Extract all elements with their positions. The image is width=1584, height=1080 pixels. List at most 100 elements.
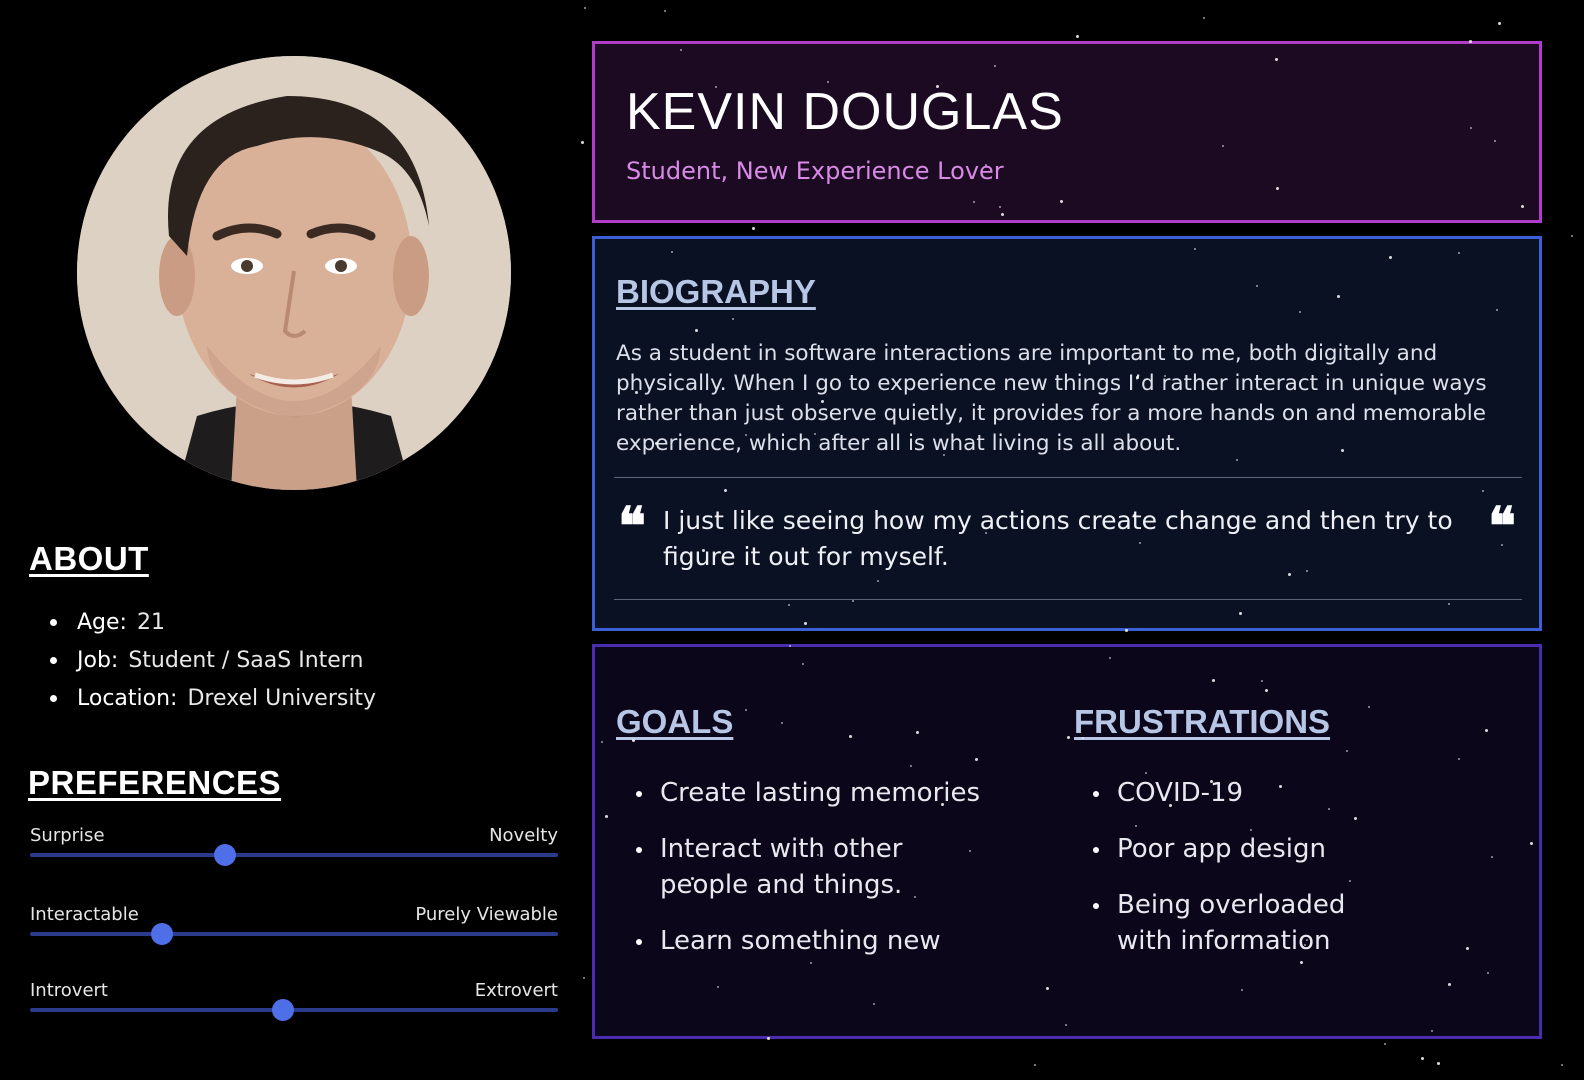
slider-knob[interactable] <box>272 999 295 1021</box>
star <box>909 764 912 767</box>
star <box>1075 35 1079 39</box>
goals-heading: GOALS <box>616 703 734 740</box>
star <box>849 734 853 738</box>
star <box>1193 247 1196 250</box>
star <box>1497 22 1501 26</box>
star <box>1045 986 1049 990</box>
star <box>1265 688 1269 692</box>
about-value: 21 <box>136 610 165 635</box>
star <box>1345 749 1348 752</box>
star <box>1034 1063 1037 1066</box>
star <box>1209 780 1213 783</box>
star <box>657 291 660 294</box>
star <box>1278 785 1282 788</box>
goal-item: Interact with other people and things. <box>620 831 960 903</box>
star <box>679 48 682 51</box>
star <box>813 433 816 436</box>
star <box>1437 1062 1441 1066</box>
star <box>1430 1029 1433 1032</box>
star <box>787 603 790 606</box>
about-item-job: Job: Student / SaaS Intern <box>48 642 376 680</box>
star <box>1168 803 1172 807</box>
star <box>942 453 945 456</box>
about-value: Drexel University <box>187 686 377 711</box>
slider-left-label: Interactable <box>30 904 139 925</box>
star <box>1109 657 1111 660</box>
frustrations-list: COVID-19 Poor app design Being overloade… <box>1077 775 1377 979</box>
preference-slider-introvert-extrovert[interactable]: Introvert Extrovert <box>30 980 558 1024</box>
about-item-location: Location: Drexel University <box>48 680 376 718</box>
star <box>1203 17 1206 20</box>
star <box>1059 200 1063 204</box>
preference-slider-surprise-novelty[interactable]: Surprise Novelty <box>30 825 558 869</box>
quote-open-icon: ❝ <box>618 496 646 557</box>
star <box>1571 235 1574 238</box>
about-heading: ABOUT <box>29 540 149 577</box>
star <box>1457 251 1460 254</box>
star <box>1135 376 1139 380</box>
star <box>852 599 855 602</box>
star <box>974 757 978 761</box>
star <box>913 895 916 898</box>
star <box>1447 602 1450 605</box>
star <box>789 644 792 647</box>
divider <box>614 599 1522 600</box>
star <box>1064 1024 1067 1027</box>
star <box>1274 57 1278 61</box>
star <box>584 6 587 9</box>
star <box>1447 982 1451 986</box>
goal-item: Learn something new <box>620 923 1000 959</box>
star <box>1304 943 1307 946</box>
slider-right-label: Extrovert <box>474 980 558 1001</box>
name-panel: KEVIN DOUGLAS Student, New Experience Lo… <box>592 41 1542 223</box>
persona-role: Student, New Experience Lover <box>626 157 1004 185</box>
slider-knob[interactable] <box>214 844 237 866</box>
star <box>1138 542 1141 545</box>
star <box>1560 1063 1563 1066</box>
star <box>1066 735 1070 739</box>
star <box>1238 612 1242 616</box>
frustration-item: COVID-19 <box>1077 775 1377 811</box>
preferences-heading: PREFERENCES <box>28 764 282 801</box>
star <box>984 531 987 534</box>
star <box>670 250 673 253</box>
star <box>581 141 585 145</box>
slider-right-label: Novelty <box>489 825 558 846</box>
star <box>1420 1057 1424 1061</box>
about-key: Age: <box>77 610 127 635</box>
star <box>1221 144 1224 147</box>
star <box>1341 448 1345 452</box>
persona-quote: I just like seeing how my actions create… <box>663 506 1453 571</box>
frustration-item: Poor app design <box>1077 831 1377 867</box>
biography-heading: BIOGRAPHY <box>616 273 816 310</box>
slider-right-label: Purely Viewable <box>415 904 558 925</box>
about-key: Job: <box>77 648 119 673</box>
star <box>1469 126 1472 129</box>
goals-frustrations-panel: GOALS Create lasting memories Interact w… <box>592 644 1542 1039</box>
star <box>1000 212 1004 216</box>
star <box>803 621 807 625</box>
star <box>664 10 667 13</box>
star <box>1255 284 1258 287</box>
star <box>767 1036 771 1040</box>
slider-knob[interactable] <box>151 923 173 945</box>
star <box>1211 678 1215 682</box>
preference-slider-interactable-viewable[interactable]: Interactable Purely Viewable <box>30 904 558 948</box>
biography-panel: BIOGRAPHY As a student in software inter… <box>592 236 1542 631</box>
slider-left-label: Introvert <box>30 980 108 1001</box>
star <box>690 876 694 880</box>
star <box>582 976 585 979</box>
slider-track[interactable] <box>30 853 558 857</box>
star <box>744 434 747 436</box>
frustration-item: Being overloaded with information <box>1077 887 1367 959</box>
about-list: Age: 21 Job: Student / SaaS Intern Locatio… <box>48 604 376 718</box>
star <box>1125 629 1129 633</box>
biography-text: As a student in software interactions ar… <box>616 341 1487 456</box>
star <box>973 200 976 203</box>
star <box>1383 1042 1386 1045</box>
star <box>1468 39 1472 43</box>
slider-track[interactable] <box>30 932 558 936</box>
star <box>752 226 756 230</box>
divider <box>614 477 1522 478</box>
about-item-age: Age: 21 <box>48 604 376 642</box>
